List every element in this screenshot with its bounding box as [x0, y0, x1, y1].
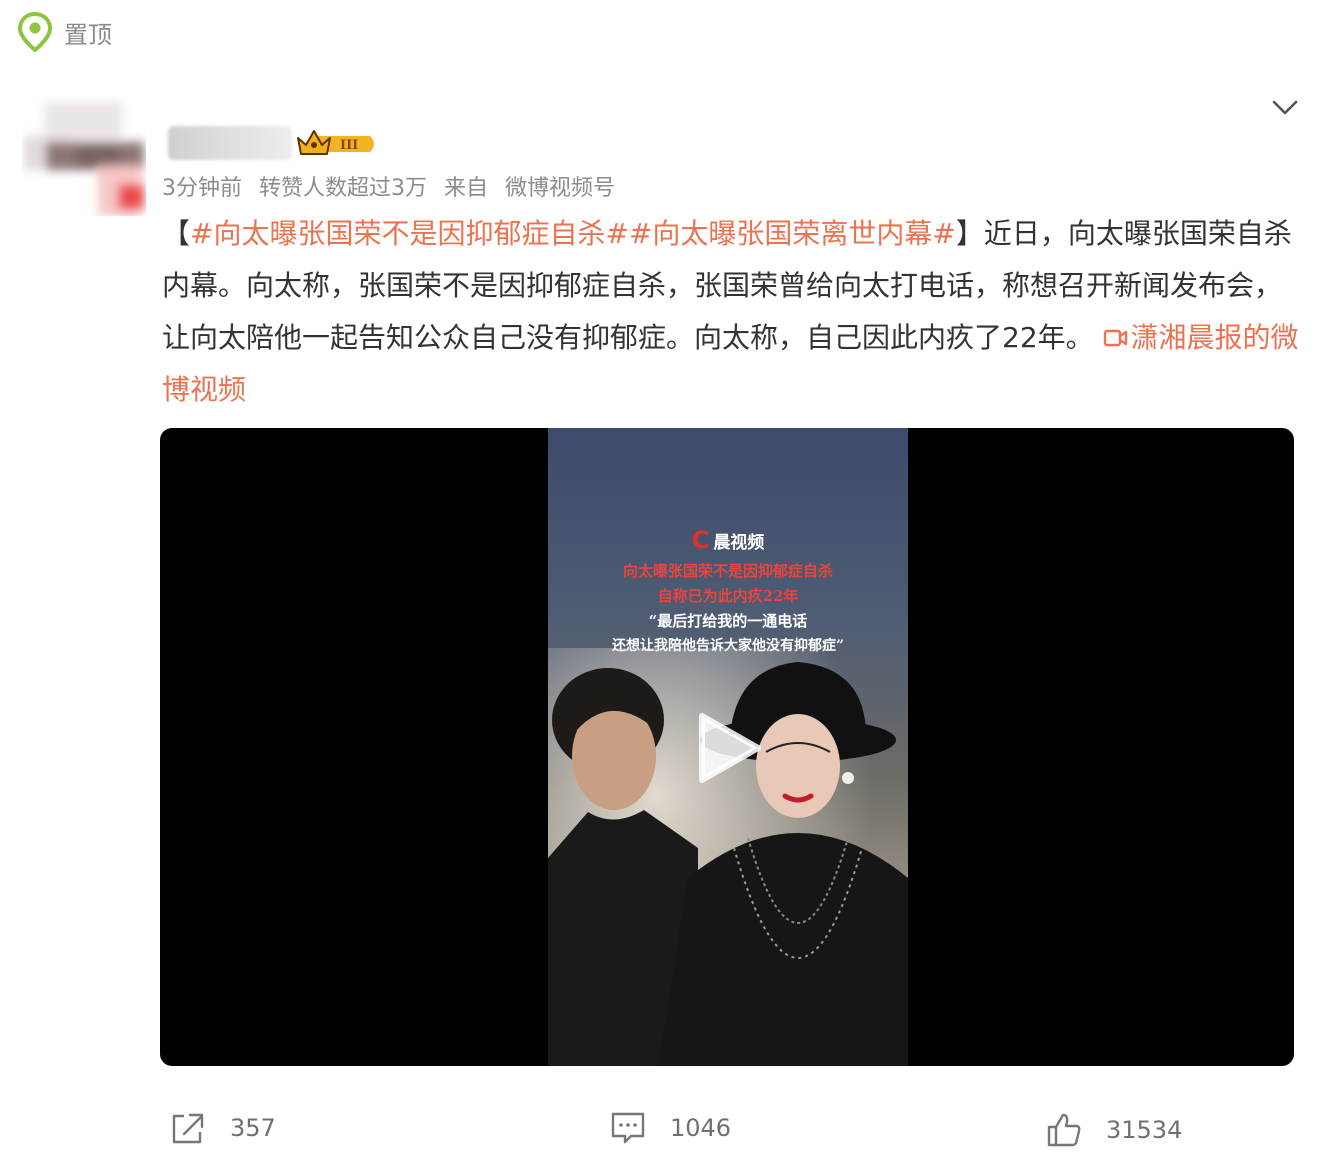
pin-icon — [18, 12, 52, 52]
author-avatar[interactable] — [22, 96, 146, 216]
brand-logo-icon: C — [691, 526, 710, 554]
post-text: 【#向太曝张国荣不是因抑郁症自杀##向太曝张国荣离世内幕#】近日，向太曝张国荣自… — [162, 208, 1302, 416]
comment-icon — [611, 1112, 645, 1144]
like-icon — [1047, 1113, 1081, 1147]
bracket-open: 【 — [162, 217, 191, 250]
video-brand: C 晨视频 — [548, 526, 908, 554]
source-prefix: 来自 — [444, 176, 489, 201]
action-bar: 357 1046 31534 — [0, 1100, 1340, 1156]
caption-line: “最后打给我的一通电话 — [648, 612, 808, 630]
author-name[interactable] — [168, 126, 292, 160]
like-button[interactable]: 31534 — [1046, 1112, 1182, 1148]
share-button[interactable]: 357 — [170, 1110, 276, 1146]
pinned-indicator: 置顶 — [18, 12, 112, 52]
pinned-label: 置顶 — [64, 20, 112, 49]
video-brand-label: 晨视频 — [713, 533, 765, 553]
share-count: 357 — [230, 1114, 276, 1142]
comment-button[interactable]: 1046 — [610, 1110, 731, 1146]
video-player[interactable]: C 晨视频 向太曝张国荣不是因抑郁症自杀 自称已为此内疚22年 “最后打给我的一通… — [160, 428, 1294, 1066]
share-icon — [172, 1113, 204, 1144]
chevron-down-icon[interactable] — [1270, 92, 1300, 122]
repost-note: 转赞人数超过3万 — [259, 176, 427, 201]
post-time[interactable]: 3分钟前 — [162, 176, 242, 201]
play-icon[interactable] — [694, 710, 764, 786]
comment-count: 1046 — [670, 1114, 732, 1142]
bracket-close: 】 — [955, 217, 984, 250]
hashtag-links[interactable]: #向太曝张国荣不是因抑郁症自杀##向太曝张国荣离世内幕# — [190, 217, 956, 250]
crown-badge-icon[interactable]: III — [296, 128, 378, 160]
caption-line: 向太曝张国荣不是因抑郁症自杀 — [622, 562, 833, 580]
svg-text:III: III — [340, 138, 358, 153]
video-link-icon — [1103, 329, 1127, 347]
post-meta: 3分钟前 转赞人数超过3万 来自 微博视频号 — [162, 170, 625, 202]
video-frame: C 晨视频 向太曝张国荣不是因抑郁症自杀 自称已为此内疚22年 “最后打给我的一通… — [548, 428, 908, 1066]
caption-line: 自称已为此内疚22年 — [657, 587, 799, 605]
post-source[interactable]: 微博视频号 — [505, 176, 615, 201]
like-count: 31534 — [1106, 1116, 1183, 1144]
